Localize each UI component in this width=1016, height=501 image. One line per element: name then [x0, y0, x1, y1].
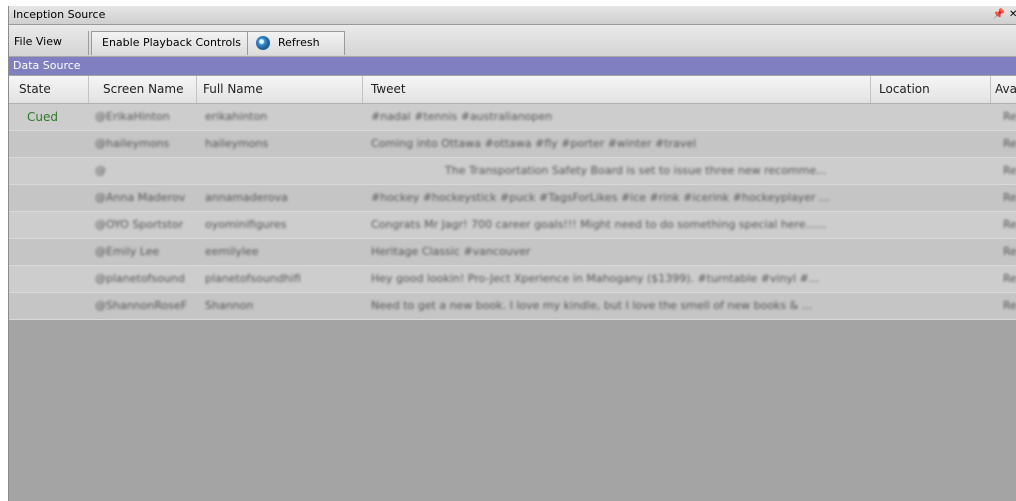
- cell-screen-name: @ErikaHinton: [95, 110, 170, 123]
- cell-available: Re: [1003, 272, 1016, 285]
- cell-full-name: haileymons: [205, 137, 269, 150]
- data-source-header: Data Source: [9, 57, 1016, 75]
- cell-screen-name: @Anna Maderov: [95, 191, 186, 204]
- cell-state: [9, 158, 89, 184]
- title-bar: Inception Source 📌 ✕: [9, 6, 1016, 25]
- window-title: Inception Source: [13, 8, 106, 21]
- table-row[interactable]: @ShannonRoseF Shannon Need to get a new …: [9, 293, 1016, 320]
- toolbar: File View Enable Playback Controls Refre…: [9, 25, 1016, 57]
- cell-full-name: annamaderova: [205, 191, 288, 204]
- tweet-table-body: Cued @ErikaHinton erikahinton #nadal #te…: [9, 104, 1016, 320]
- refresh-icon: [256, 36, 270, 50]
- cell-tweet: Hey good lookin! Pro-Ject Xperience in M…: [371, 272, 820, 285]
- cell-state: Cued: [27, 110, 58, 124]
- cell-full-name: Shannon: [205, 299, 254, 312]
- cell-screen-name: @haileymons: [95, 137, 170, 150]
- table-row[interactable]: @OYO Sportstor oyominifigures Congrats M…: [9, 212, 1016, 239]
- file-view-menu[interactable]: File View: [14, 31, 62, 53]
- column-header-location[interactable]: Location: [871, 76, 991, 103]
- toolbar-separator: [88, 31, 89, 55]
- column-header-state[interactable]: State: [9, 76, 89, 103]
- table-row[interactable]: @Emily Lee eemilylee Heritage Classic #v…: [9, 239, 1016, 266]
- pin-icon[interactable]: 📌: [993, 6, 1005, 24]
- cell-available: Re: [1003, 137, 1016, 150]
- data-source-label: Data Source: [13, 59, 81, 72]
- cell-screen-name: @: [95, 164, 106, 177]
- cell-available: Re: [1003, 245, 1016, 258]
- inception-source-window: Inception Source 📌 ✕ File View Enable Pl…: [8, 6, 1016, 501]
- cell-available: Re: [1003, 110, 1016, 123]
- cell-screen-name: @ShannonRoseF: [95, 299, 188, 312]
- cell-state: [9, 239, 89, 265]
- refresh-button[interactable]: Refresh: [247, 31, 345, 55]
- cell-available: Re: [1003, 191, 1016, 204]
- cell-tweet: Coming into Ottawa #ottawa #fly #porter …: [371, 137, 697, 150]
- enable-playback-controls-button[interactable]: Enable Playback Controls: [91, 31, 248, 55]
- cell-state: [9, 293, 89, 319]
- close-icon[interactable]: ✕: [1009, 6, 1016, 24]
- table-row[interactable]: Cued @ErikaHinton erikahinton #nadal #te…: [9, 104, 1016, 131]
- enable-playback-label: Enable Playback Controls: [102, 36, 242, 49]
- cell-tweet: The Transportation Safety Board is set t…: [445, 164, 827, 177]
- cell-full-name: oyominifigures: [205, 218, 287, 231]
- cell-full-name: eemilylee: [205, 245, 259, 258]
- cell-available: Re: [1003, 218, 1016, 231]
- table-row[interactable]: @planetofsound planetofsoundhifi Hey goo…: [9, 266, 1016, 293]
- cell-screen-name: @planetofsound: [95, 272, 185, 285]
- cell-full-name: erikahinton: [205, 110, 268, 123]
- cell-state: [9, 185, 89, 211]
- table-row[interactable]: @haileymons haileymons Coming into Ottaw…: [9, 131, 1016, 158]
- cell-available: Re: [1003, 164, 1016, 177]
- cell-state: [9, 266, 89, 292]
- column-header-full-name[interactable]: Full Name: [197, 76, 363, 103]
- cell-tweet: Need to get a new book. I love my kindle…: [371, 299, 813, 312]
- cell-tweet: #nadal #tennis #australianopen: [371, 110, 553, 123]
- cell-tweet: Congrats Mr Jagr! 700 career goals!!! Mi…: [371, 218, 827, 231]
- cell-available: Re: [1003, 299, 1016, 312]
- table-header: State Screen Name Full Name Tweet Locati…: [9, 76, 1016, 104]
- cell-screen-name: @OYO Sportstor: [95, 218, 184, 231]
- cell-state: [9, 212, 89, 238]
- table-row[interactable]: @ The Transportation Safety Board is set…: [9, 158, 1016, 185]
- cell-state: [9, 131, 89, 157]
- column-header-tweet[interactable]: Tweet: [363, 76, 871, 103]
- table-row[interactable]: @Anna Maderov annamaderova #hockey #hock…: [9, 185, 1016, 212]
- cell-screen-name: @Emily Lee: [95, 245, 160, 258]
- cell-tweet: Heritage Classic #vancouver: [371, 245, 531, 258]
- column-header-screen-name[interactable]: Screen Name: [89, 76, 197, 103]
- cell-tweet: #hockey #hockeystick #puck #TagsForLikes…: [371, 191, 830, 204]
- cell-full-name: planetofsoundhifi: [205, 272, 301, 285]
- cell-full-name: [199, 158, 359, 184]
- refresh-label: Refresh: [278, 36, 320, 49]
- column-header-available[interactable]: Ava: [991, 76, 1016, 103]
